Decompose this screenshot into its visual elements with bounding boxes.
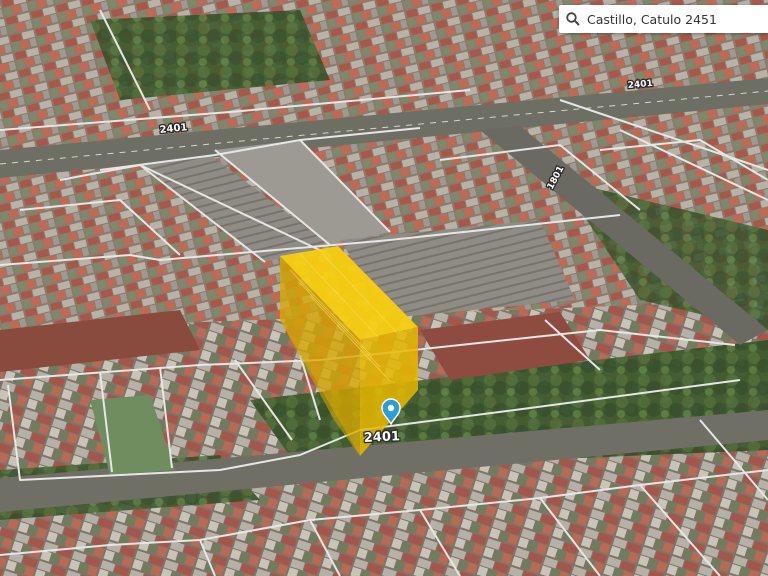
search-input[interactable] bbox=[587, 11, 767, 27]
search-icon[interactable] bbox=[565, 11, 581, 27]
satellite-map[interactable]: 2401 1801 2401 2401 bbox=[0, 0, 768, 576]
marker-label: 2401 bbox=[363, 429, 400, 446]
search-bar[interactable] bbox=[559, 5, 768, 33]
